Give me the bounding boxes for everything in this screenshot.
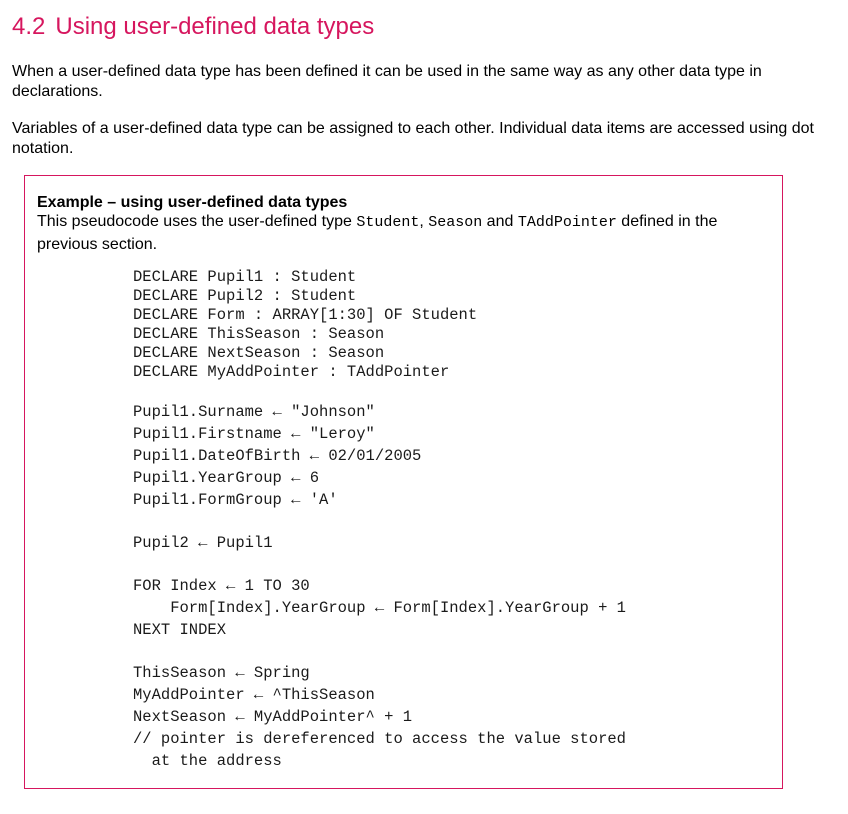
intro-paragraph-1: When a user-defined data type has been d… (12, 63, 762, 100)
code-group-declarations: DECLARE Pupil1 : Student DECLARE Pupil2 … (133, 268, 626, 382)
code-group-pointers: ThisSeason ← Spring MyAddPointer ← ^This… (133, 664, 626, 774)
code-line: Form[Index].YearGroup ← Form[Index].Year… (133, 599, 626, 617)
code-line: ThisSeason ← Spring (133, 664, 310, 682)
code-line: DECLARE Form : ARRAY[1:30] OF Student (133, 306, 478, 324)
pseudocode-block: DECLARE Pupil1 : Student DECLARE Pupil2 … (133, 268, 626, 774)
code-line: Pupil2 ← Pupil1 (133, 534, 273, 552)
code-line: Pupil1.DateOfBirth ← 02/01/2005 (133, 447, 422, 465)
code-line: Pupil1.Firstname ← "Leroy" (133, 425, 375, 443)
code-group-assignments: Pupil1.Surname ← "Johnson" Pupil1.Firstn… (133, 403, 626, 513)
example-intro-prefix: This pseudocode uses the user-defined ty… (37, 213, 357, 230)
code-line: Pupil1.YearGroup ← 6 (133, 469, 320, 487)
code-line: MyAddPointer ← ^ThisSeason (133, 686, 375, 704)
code-comment: // pointer is dereferenced to access the… (133, 730, 626, 748)
code-line: Pupil1.Surname ← "Johnson" (133, 403, 375, 421)
code-group-copy: Pupil2 ← Pupil1 (133, 534, 626, 556)
code-line: DECLARE ThisSeason : Season (133, 325, 385, 343)
code-comment: at the address (133, 752, 282, 770)
example-intro-separator-2: and (482, 213, 518, 230)
code-group-loop: FOR Index ← 1 TO 30 Form[Index].YearGrou… (133, 577, 626, 643)
type-name-taddpointer: TAddPointer (517, 214, 617, 231)
intro-paragraph-2: Variables of a user-defined data type ca… (12, 120, 814, 157)
code-line: DECLARE MyAddPointer : TAddPointer (133, 363, 450, 381)
code-line: NextSeason ← MyAddPointer^ + 1 (133, 708, 413, 726)
example-title: Example – using user-defined data types (37, 194, 348, 211)
type-name-student: Student (356, 214, 420, 231)
section-number: 4.2 (12, 13, 46, 40)
code-line: Pupil1.FormGroup ← 'A' (133, 491, 338, 509)
section-title: Using user-defined data types (55, 13, 375, 40)
example-intro: This pseudocode uses the user-defined ty… (37, 211, 767, 256)
example-intro-separator-1: , (419, 213, 429, 230)
code-line: DECLARE Pupil1 : Student (133, 268, 357, 286)
code-line: DECLARE NextSeason : Season (133, 344, 385, 362)
type-name-season: Season (428, 214, 483, 231)
code-line: NEXT INDEX (133, 621, 227, 639)
code-line: DECLARE Pupil2 : Student (133, 287, 357, 305)
section-heading: 4.2 Using user-defined data types (12, 12, 374, 42)
code-line: FOR Index ← 1 TO 30 (133, 577, 310, 595)
example-box: Example – using user-defined data types … (24, 175, 783, 789)
